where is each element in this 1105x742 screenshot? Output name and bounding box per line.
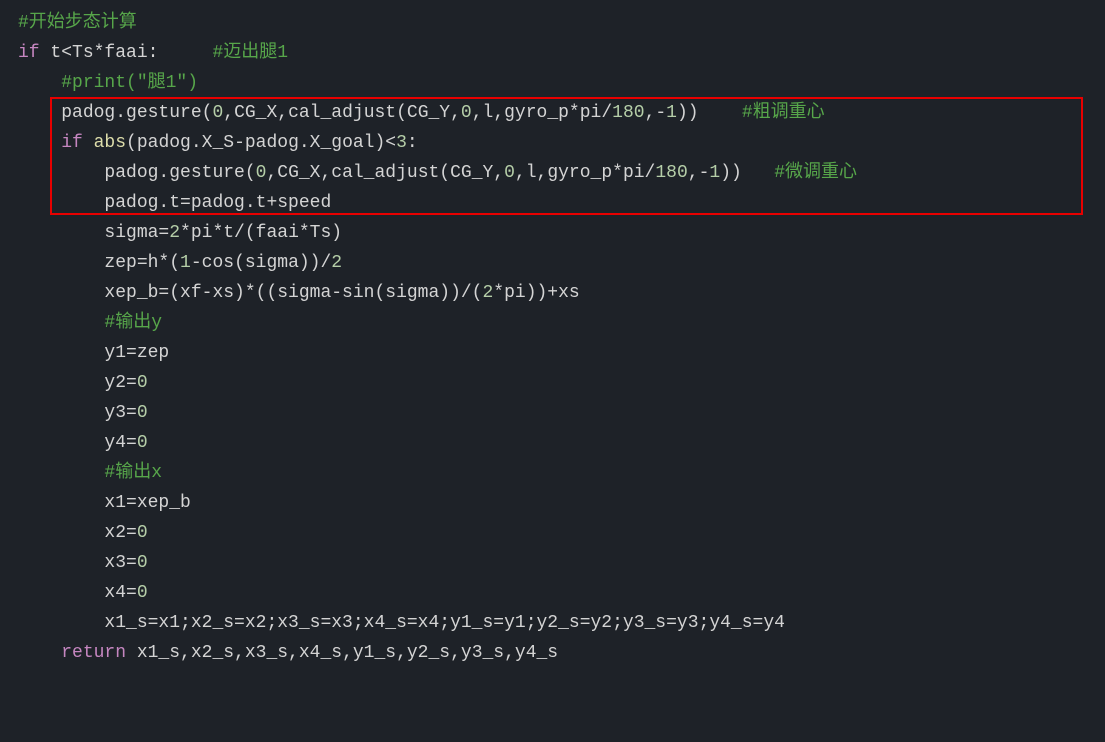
code-line[interactable]: #开始步态计算 [18, 8, 1105, 38]
number-literal: 1 [180, 253, 191, 273]
code-line[interactable]: x1_s=x1;x2_s=x2;x3_s=x3;x4_s=x4;y1_s=y1;… [18, 608, 1105, 638]
code-text: t<Ts*faai: [40, 43, 159, 63]
code-line[interactable]: x3=0 [18, 548, 1105, 578]
comment-text: #微调重心 [774, 163, 857, 183]
code-text: ,l,gyro_p*pi/ [472, 103, 612, 123]
number-literal: 0 [256, 163, 267, 183]
code-text: ,- [645, 103, 667, 123]
code-text: padog.gesture( [61, 103, 212, 123]
number-literal: 180 [612, 103, 644, 123]
number-literal: 0 [212, 103, 223, 123]
number-literal: 1 [666, 103, 677, 123]
number-literal: 180 [655, 163, 687, 183]
code-text: ,CG_X,cal_adjust(CG_Y, [266, 163, 504, 183]
code-line[interactable]: padog.gesture(0,CG_X,cal_adjust(CG_Y,0,l… [18, 98, 1105, 128]
code-line[interactable]: padog.gesture(0,CG_X,cal_adjust(CG_Y,0,l… [18, 158, 1105, 188]
code-text: : [407, 133, 418, 153]
comment-text: #粗调重心 [742, 103, 825, 123]
number-literal: 0 [137, 523, 148, 543]
code-text: x1_s=x1;x2_s=x2;x3_s=x3;x4_s=x4;y1_s=y1;… [104, 613, 785, 633]
code-line[interactable]: xep_b=(xf-xs)*((sigma-sin(sigma))/(2*pi)… [18, 278, 1105, 308]
number-literal: 0 [137, 433, 148, 453]
code-text: y4= [104, 433, 136, 453]
number-literal: 0 [137, 373, 148, 393]
code-line[interactable]: if t<Ts*faai: #迈出腿1 [18, 38, 1105, 68]
comment-text: #开始步态计算 [18, 13, 137, 33]
code-text: x1=xep_b [104, 493, 190, 513]
keyword-if: if [18, 43, 40, 63]
code-line[interactable]: if abs(padog.X_S-padog.X_goal)<3: [18, 128, 1105, 158]
code-line[interactable]: y1=zep [18, 338, 1105, 368]
code-text: padog.gesture( [104, 163, 255, 183]
code-line[interactable]: y3=0 [18, 398, 1105, 428]
number-literal: 0 [504, 163, 515, 183]
number-literal: 0 [461, 103, 472, 123]
code-text: padog.t=padog.t+speed [104, 193, 331, 213]
code-text: *pi))+xs [493, 283, 579, 303]
code-line[interactable]: return x1_s,x2_s,x3_s,x4_s,y1_s,y2_s,y3_… [18, 638, 1105, 668]
code-text: y2= [104, 373, 136, 393]
code-text: )) [677, 103, 699, 123]
code-line[interactable]: zep=h*(1-cos(sigma))/2 [18, 248, 1105, 278]
number-literal: 2 [482, 283, 493, 303]
code-text: )) [720, 163, 742, 183]
code-text: ,l,gyro_p*pi/ [515, 163, 655, 183]
builtin-abs: abs [83, 133, 126, 153]
code-line[interactable]: x4=0 [18, 578, 1105, 608]
code-text: x3= [104, 553, 136, 573]
number-literal: 0 [137, 553, 148, 573]
number-literal: 2 [331, 253, 342, 273]
code-text: y3= [104, 403, 136, 423]
code-line[interactable]: x2=0 [18, 518, 1105, 548]
code-line[interactable]: #print("腿1") [18, 68, 1105, 98]
code-line[interactable]: y4=0 [18, 428, 1105, 458]
code-line[interactable]: x1=xep_b [18, 488, 1105, 518]
code-text: -cos(sigma))/ [191, 253, 331, 273]
comment-text: #输出y [104, 313, 162, 333]
code-text: x2= [104, 523, 136, 543]
keyword-return: return [61, 643, 126, 663]
code-editor[interactable]: #开始步态计算 if t<Ts*faai: #迈出腿1 #print("腿1")… [0, 0, 1105, 668]
code-line[interactable]: y2=0 [18, 368, 1105, 398]
code-text: ,- [688, 163, 710, 183]
number-literal: 1 [709, 163, 720, 183]
code-line[interactable]: sigma=2*pi*t/(faai*Ts) [18, 218, 1105, 248]
code-line[interactable]: padog.t=padog.t+speed [18, 188, 1105, 218]
code-text: zep=h*( [104, 253, 180, 273]
number-literal: 3 [396, 133, 407, 153]
code-text: ,CG_X,cal_adjust(CG_Y, [223, 103, 461, 123]
code-text: y1=zep [104, 343, 169, 363]
number-literal: 0 [137, 583, 148, 603]
number-literal: 0 [137, 403, 148, 423]
code-text: xep_b=(xf-xs)*((sigma-sin(sigma))/( [104, 283, 482, 303]
code-text: (padog.X_S-padog.X_goal)< [126, 133, 396, 153]
code-text: *pi*t/(faai*Ts) [180, 223, 342, 243]
code-text: sigma= [104, 223, 169, 243]
comment-text: #输出x [104, 463, 162, 483]
comment-text: #迈出腿1 [212, 43, 288, 63]
comment-text: #print("腿1") [61, 73, 198, 93]
number-literal: 2 [169, 223, 180, 243]
code-text: x4= [104, 583, 136, 603]
code-line[interactable]: #输出x [18, 458, 1105, 488]
code-text: x1_s,x2_s,x3_s,x4_s,y1_s,y2_s,y3_s,y4_s [126, 643, 558, 663]
keyword-if: if [61, 133, 83, 153]
code-line[interactable]: #输出y [18, 308, 1105, 338]
